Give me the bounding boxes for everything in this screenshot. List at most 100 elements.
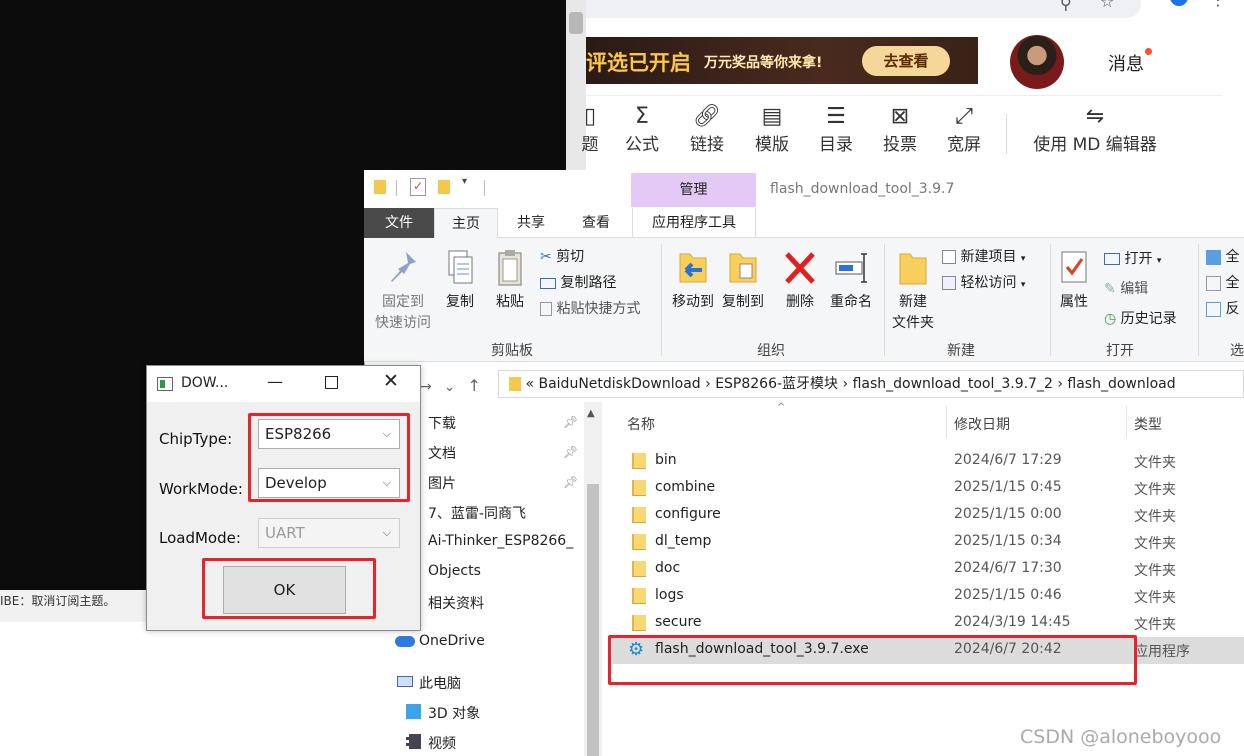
- select-none-button[interactable]: 全: [1206, 272, 1239, 292]
- open-button[interactable]: 打开 ▾: [1104, 248, 1161, 268]
- promo-banner[interactable]: 评选已开启 万元奖品等你来拿! 去查看: [586, 37, 978, 84]
- toolbar-item-toc[interactable]: ☰ 目录: [816, 100, 856, 155]
- address-segment[interactable]: BaiduNetdiskDownload: [538, 376, 700, 392]
- folder-icon[interactable]: [374, 180, 386, 194]
- link-icon: 🔗︎: [693, 104, 721, 129]
- new-folder-button[interactable]: 新建 文件夹: [888, 248, 938, 334]
- nav-item-downloads[interactable]: 下载: [428, 413, 456, 433]
- scroll-up-icon[interactable]: ▲: [587, 408, 595, 419]
- toolbar-item-vote[interactable]: ⊠ 投票: [880, 100, 920, 155]
- nav-item-materials[interactable]: 相关资料: [428, 593, 484, 613]
- rename-button[interactable]: 重命名: [826, 248, 876, 313]
- nav-item-objects[interactable]: Objects: [428, 563, 481, 579]
- tab-manage[interactable]: 管理: [631, 173, 756, 207]
- scrollbar-thumb[interactable]: [587, 484, 599, 756]
- toolbar-item-formula[interactable]: Σ 公式: [622, 100, 662, 155]
- file-row-dl-temp[interactable]: dl_temp 2025/1/15 0:34 文件夹: [612, 529, 1244, 556]
- cut-button[interactable]: ✂ 剪切: [540, 246, 584, 266]
- column-date-modified[interactable]: 修改日期: [954, 414, 1010, 434]
- address-overflow[interactable]: «: [525, 376, 534, 392]
- browser-divider: [586, 95, 1222, 96]
- tab-file[interactable]: 文件: [364, 208, 434, 238]
- ribbon-panel: 固定到 快速访问 复制 粘贴 ✂ 剪切 复制路径 粘贴快捷方式 剪贴板 移动到 …: [364, 238, 1244, 362]
- file-row-logs[interactable]: logs 2025/1/15 0:46 文件夹: [612, 583, 1244, 610]
- easy-access-button[interactable]: 轻松访问 ▾: [942, 272, 1025, 292]
- highlight-box-ok: [202, 558, 376, 619]
- column-name[interactable]: 名称: [627, 414, 655, 434]
- copy-button[interactable]: 复制: [440, 248, 480, 313]
- copy-to-button[interactable]: 复制到: [718, 248, 768, 313]
- select-all-button[interactable]: 全: [1206, 246, 1239, 266]
- move-to-button[interactable]: 移动到: [668, 248, 718, 313]
- toolbar-item-template[interactable]: ▤ 模版: [752, 100, 792, 155]
- qa-dropdown-icon[interactable]: ▾: [462, 176, 467, 187]
- delete-button[interactable]: 删除: [780, 248, 820, 313]
- history-icon: ◷: [1104, 311, 1117, 327]
- address-segment[interactable]: flash_download: [1067, 376, 1175, 392]
- rename-icon: [835, 253, 867, 283]
- toolbar-item-widescreen[interactable]: ⤢ 宽屏: [944, 100, 984, 155]
- address-segment[interactable]: ESP8266-蓝牙模块: [715, 376, 838, 392]
- avatar[interactable]: [1010, 35, 1064, 89]
- properties-button[interactable]: 属性: [1054, 248, 1094, 313]
- toolbar-item-md-editor[interactable]: ⇋ 使用 MD 编辑器: [1032, 100, 1158, 155]
- maximize-icon[interactable]: [325, 376, 338, 389]
- file-row-bin[interactable]: bin 2024/6/7 17:29 文件夹: [612, 448, 1244, 475]
- star-icon[interactable]: ☆: [1100, 0, 1114, 11]
- nav-item-ai-thinker[interactable]: Ai-Thinker_ESP8266_: [428, 533, 580, 549]
- tab-view[interactable]: 查看: [564, 208, 628, 238]
- new-folder-icon[interactable]: [438, 180, 450, 194]
- search-icon[interactable]: ⚲: [1060, 0, 1072, 13]
- recent-dropdown-icon[interactable]: ⌄: [444, 379, 468, 395]
- nav-pane-scrollbar[interactable]: ▲: [584, 402, 602, 756]
- edit-button[interactable]: ✎ 编辑: [1104, 278, 1148, 298]
- nav-item-documents[interactable]: 文档: [428, 443, 456, 463]
- nav-item-onedrive[interactable]: OneDrive: [419, 633, 485, 649]
- banner-middle-text: 万元奖品等你来拿!: [704, 55, 823, 71]
- history-button[interactable]: ◷ 历史记录: [1104, 308, 1177, 328]
- file-row-configure[interactable]: configure 2025/1/15 0:00 文件夹: [612, 502, 1244, 529]
- delete-x-icon: [785, 252, 815, 284]
- nav-item-3d-objects[interactable]: 3D 对象: [428, 703, 480, 723]
- nav-item-videos[interactable]: 视频: [428, 733, 456, 753]
- properties-check-icon[interactable]: ✓: [410, 178, 426, 196]
- dialog-title: DOW...: [181, 375, 229, 391]
- invert-selection-button[interactable]: 反: [1206, 298, 1239, 318]
- file-row-doc[interactable]: doc 2024/6/7 17:30 文件夹: [612, 556, 1244, 583]
- column-type[interactable]: 类型: [1134, 414, 1162, 434]
- nav-item-folder[interactable]: 7、蓝雷-同商飞: [428, 503, 526, 523]
- paste-shortcut-button[interactable]: 粘贴快捷方式: [540, 298, 640, 318]
- paste-button[interactable]: 粘贴: [490, 248, 530, 313]
- copy-path-button[interactable]: 复制路径: [540, 272, 616, 292]
- file-row-combine[interactable]: combine 2025/1/15 0:45 文件夹: [612, 475, 1244, 502]
- messages-link[interactable]: 消息: [1108, 50, 1144, 76]
- pin-quick-access-button[interactable]: 固定到 快速访问: [370, 248, 436, 334]
- dialog-titlebar[interactable]: DOW... — ✕: [147, 366, 420, 402]
- tab-application-tools[interactable]: 应用程序工具: [632, 208, 756, 238]
- menu-dots-icon[interactable]: ⋮: [1210, 0, 1226, 9]
- minimize-icon[interactable]: —: [267, 372, 283, 391]
- quick-access-toolbar: ✓ ▾: [372, 176, 492, 200]
- nav-item-pictures[interactable]: 图片: [428, 473, 456, 493]
- new-group-label: 新建: [947, 343, 975, 359]
- new-item-button[interactable]: 新建项目 ▾: [942, 246, 1025, 266]
- toolbar-item-partial[interactable]: ▯ 题: [580, 100, 600, 155]
- tab-share[interactable]: 共享: [498, 208, 564, 238]
- address-separator: ›: [842, 376, 849, 392]
- address-bar[interactable]: « BaiduNetdiskDownload › ESP8266-蓝牙模块 › …: [498, 370, 1244, 398]
- file-row-secure[interactable]: secure 2024/3/19 14:45 文件夹: [612, 610, 1244, 637]
- chevron-down-icon: ⌵: [382, 526, 391, 539]
- column-divider[interactable]: [946, 406, 947, 438]
- up-arrow-icon[interactable]: ↑: [467, 376, 492, 395]
- browser-address-bar[interactable]: [586, 0, 1141, 18]
- tab-home[interactable]: 主页: [434, 208, 498, 239]
- toolbar-item-link[interactable]: 🔗︎ 链接: [687, 100, 727, 155]
- address-segment[interactable]: flash_download_tool_3.9.7_2: [853, 376, 1053, 392]
- nav-item-this-pc[interactable]: 此电脑: [419, 673, 461, 693]
- column-divider[interactable]: [1126, 406, 1127, 438]
- folder-icon: [632, 507, 646, 523]
- forward-arrow-icon[interactable]: →: [420, 379, 444, 395]
- banner-view-button[interactable]: 去查看: [862, 46, 950, 76]
- close-icon[interactable]: ✕: [383, 370, 399, 392]
- profile-icon[interactable]: [1170, 0, 1188, 6]
